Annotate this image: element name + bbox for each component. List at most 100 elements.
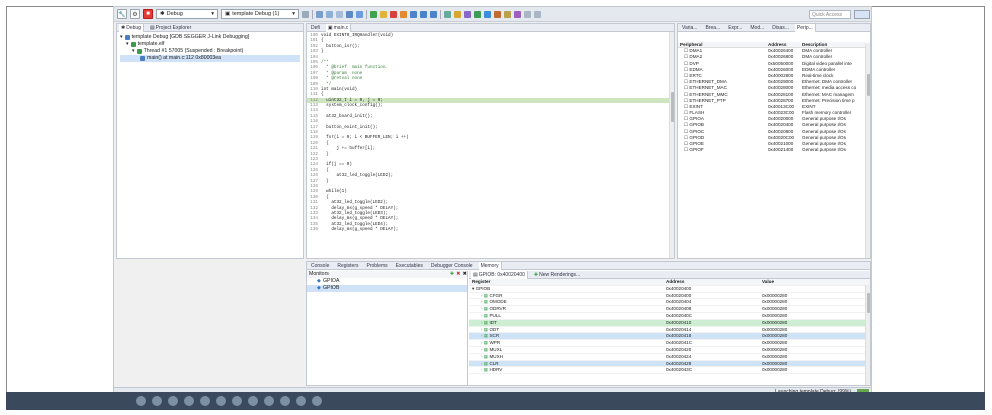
tab-defi[interactable]: Defi xyxy=(309,24,322,32)
search-icon[interactable] xyxy=(514,10,521,18)
save-icon[interactable] xyxy=(326,10,333,18)
taskbar-app-icon[interactable] xyxy=(264,396,274,406)
tab-bottom[interactable]: Executables xyxy=(394,262,425,270)
tab-view[interactable]: Brea... xyxy=(703,24,722,32)
perspective-icon[interactable] xyxy=(854,10,870,19)
debug-config-icon[interactable] xyxy=(356,10,363,18)
tab-rendering-gpiob[interactable]: ▤ GPIOB: 0x40020400 xyxy=(471,270,528,279)
quick-access-field[interactable]: Quick Access xyxy=(809,10,851,19)
taskbar-app-icon[interactable] xyxy=(296,396,306,406)
monitor-item[interactable]: ◆ GPIOB xyxy=(307,285,467,292)
tab-view[interactable]: Expr... xyxy=(726,24,744,32)
editor-scrollbar[interactable] xyxy=(669,32,674,258)
register-row[interactable]: › ▦ CLR 0x40020428 0x00000280 xyxy=(469,360,870,368)
external-tools-icon[interactable] xyxy=(464,10,471,18)
debug-combo[interactable]: ✱ Debug ▾ xyxy=(156,9,218,19)
col-peripheral[interactable]: Peripheral xyxy=(678,42,768,47)
launch-config-combo[interactable]: ▣ template Debug (1) ▾ xyxy=(221,9,299,19)
periph-row[interactable]: ☐ GPIOF 0x40021400 General purpose I/Os xyxy=(678,147,870,153)
open-type-icon[interactable] xyxy=(504,10,511,18)
tab-debug[interactable]: ✱ Debug xyxy=(119,24,144,32)
code-line[interactable]: 136 delay_ms(g_speed * DELAY); xyxy=(307,227,674,232)
tab-view[interactable]: Mod... xyxy=(748,24,766,32)
register-group-row[interactable]: ▾ GPIOB 0x40020400 xyxy=(469,286,870,293)
nav-forward-icon[interactable] xyxy=(534,10,541,18)
step-over-icon[interactable] xyxy=(420,10,427,18)
terminate-icon[interactable] xyxy=(390,10,397,18)
tab-project-explorer[interactable]: ▤ Project Explorer xyxy=(148,24,193,32)
periph-scrollbar[interactable] xyxy=(865,44,870,258)
tab-new-renderings[interactable]: ✚ New Renderings... xyxy=(532,271,582,279)
tab-view[interactable]: Varia... xyxy=(680,24,699,32)
col-address[interactable]: Address xyxy=(768,42,802,47)
new-icon[interactable] xyxy=(316,10,323,18)
tab-main-c[interactable]: ▣ main.c xyxy=(325,24,352,32)
tab-bottom[interactable]: Console xyxy=(309,262,331,270)
run-icon[interactable] xyxy=(474,10,481,18)
register-name: IDT xyxy=(489,319,497,325)
register-row[interactable]: › ▦ SCR 0x40020418 0x00000280 xyxy=(469,333,870,341)
tab-bottom[interactable]: Registers xyxy=(335,262,360,270)
nav-back-icon[interactable] xyxy=(524,10,531,18)
tool-icon[interactable]: 🔧 xyxy=(117,9,127,19)
disconnect-icon[interactable] xyxy=(400,10,407,18)
step-into-icon[interactable] xyxy=(410,10,417,18)
taskbar-app-icon[interactable] xyxy=(184,396,194,406)
new-class-icon[interactable] xyxy=(494,10,501,18)
register-row[interactable]: › ▦ MUXH 0x40020424 0x00000280 xyxy=(469,354,870,361)
suspend-icon[interactable] xyxy=(380,10,387,18)
taskbar-app-icon[interactable] xyxy=(216,396,226,406)
monitor-item[interactable]: ◆ GPIOA xyxy=(307,278,467,285)
register-scrollbar[interactable] xyxy=(865,285,870,385)
tree-item-elf[interactable]: ▾ template.elf xyxy=(120,41,300,48)
taskbar-app-icon[interactable] xyxy=(232,396,242,406)
col-description[interactable]: Description xyxy=(802,42,864,47)
register-row[interactable]: › ▦ HDRV 0x4002043C 0x00000280 xyxy=(469,367,870,375)
tab-bottom[interactable]: Debugger Console xyxy=(429,262,475,270)
resume-icon[interactable] xyxy=(370,10,377,18)
gear-icon[interactable] xyxy=(302,10,309,18)
col-address[interactable]: Address xyxy=(666,279,762,285)
scroll-thumb[interactable] xyxy=(867,74,870,96)
remove-monitor-icon[interactable]: ✖ xyxy=(456,271,460,278)
taskbar-app-icon[interactable] xyxy=(136,396,146,406)
step-return-icon[interactable] xyxy=(430,10,437,18)
register-row[interactable]: › ▦ IDT 0x40020410 0x00000280 xyxy=(469,319,870,327)
register-row[interactable]: › ▦ WPR 0x4002041C 0x00000280 xyxy=(469,340,870,347)
tree-item-launch[interactable]: ▾ template Debug [GDB SEGGER J-Link Debug… xyxy=(120,34,300,41)
col-value[interactable]: Value xyxy=(762,279,858,285)
instruction-step-icon[interactable] xyxy=(444,10,451,18)
tab-view[interactable]: Disas... xyxy=(770,24,791,32)
register-row[interactable]: › ▦ MUXL 0x40020420 0x00000280 xyxy=(469,347,870,354)
code-area[interactable]: 100 void EXINT0_IRQHandler(void) 101{102 b… xyxy=(307,32,674,232)
tree-item-thread[interactable]: ▾ Thread #1 57005 (Suspended : Breakpoint… xyxy=(120,48,300,55)
stop-icon[interactable]: ■ xyxy=(143,9,153,19)
register-row[interactable]: › ▦ OMODE 0x40020404 0x00000280 xyxy=(469,299,870,307)
settings-icon[interactable]: ⚙ xyxy=(130,9,140,19)
register-row[interactable]: › ▦ PULL 0x4002040C 0x00000280 xyxy=(469,313,870,320)
tab-view[interactable]: Perip... xyxy=(794,24,816,32)
taskbar-app-icon[interactable] xyxy=(312,396,322,406)
register-row[interactable]: › ▦ ODRVR 0x40020408 0x00000280 xyxy=(469,306,870,313)
taskbar-app-icon[interactable] xyxy=(168,396,178,406)
add-monitor-icon[interactable]: ✚ xyxy=(450,271,454,278)
tree-item-frame[interactable]: main() at main.c:112 0x80003ea xyxy=(120,55,300,62)
taskbar-app-icon[interactable] xyxy=(200,396,210,406)
debug-run-icon[interactable] xyxy=(484,10,491,18)
taskbar-app-icon[interactable] xyxy=(280,396,290,406)
collapse-icon: ▾ xyxy=(132,48,135,54)
remove-all-icon[interactable]: ✖ xyxy=(463,271,467,278)
periph-name: EXINT xyxy=(689,103,703,109)
register-row[interactable]: › ▦ ODT 0x40020414 0x00000280 xyxy=(469,327,870,334)
col-register[interactable]: Register xyxy=(469,279,666,285)
taskbar-app-icon[interactable] xyxy=(248,396,258,406)
reset-icon[interactable] xyxy=(454,10,461,18)
scroll-thumb[interactable] xyxy=(867,293,870,313)
taskbar-app-icon[interactable] xyxy=(152,396,162,406)
tab-bottom[interactable]: Problems xyxy=(364,262,389,270)
print-icon[interactable] xyxy=(336,10,343,18)
scroll-thumb[interactable] xyxy=(671,92,674,122)
build-icon[interactable] xyxy=(346,10,353,18)
tab-bottom[interactable]: Memory xyxy=(478,262,502,270)
register-row[interactable]: › ▦ CFGR 0x40020400 0x00000280 xyxy=(469,293,870,300)
